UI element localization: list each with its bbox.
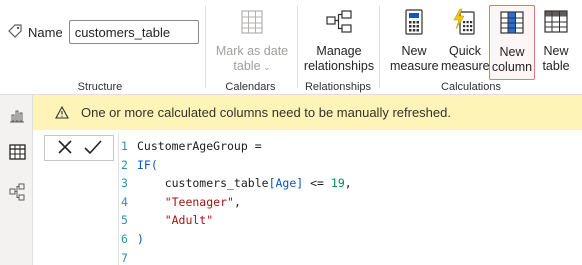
name-label: Name <box>28 24 63 40</box>
formula-line: 4 "Teenager", <box>119 192 241 212</box>
formula-actions <box>44 135 114 161</box>
formula-token: ) <box>137 232 144 246</box>
formula-line: 6) <box>119 229 144 249</box>
ribbon: Name Structure Mark as date table ⌄ Cale… <box>0 0 582 95</box>
new-table-icon <box>535 8 577 40</box>
new-column-label-1: New <box>499 45 525 59</box>
mark-as-date-label-2: table ⌄ <box>233 59 271 73</box>
data-view-button[interactable] <box>7 143 27 163</box>
formula-token: 19 <box>330 176 345 191</box>
formula-line: 2 IF( <box>119 155 158 175</box>
model-icon <box>9 183 25 204</box>
mark-as-date-label-1: Mark as date <box>215 44 289 58</box>
manage-relationships-button[interactable]: Manage relationships <box>301 8 377 74</box>
formula-token: "Adult" <box>137 213 214 228</box>
warning-icon <box>55 106 69 119</box>
calendars-group-label: Calendars <box>225 81 276 93</box>
calculator-icon <box>390 8 438 40</box>
calculations-group: New measure Quick measure New column New… <box>380 0 582 95</box>
line-number: 2 <box>121 157 128 172</box>
formula-token: "Teenager" <box>137 194 234 209</box>
structure-group-label: Structure <box>77 81 123 93</box>
line-number: 6 <box>121 232 128 246</box>
new-column-label-2: column <box>491 60 533 74</box>
warning-bar: One or more calculated columns need to b… <box>33 95 582 130</box>
view-rail <box>0 95 33 265</box>
model-view-button[interactable] <box>7 183 27 203</box>
structure-group: Name Structure <box>0 0 200 95</box>
line-number: 1 <box>121 139 128 153</box>
close-icon <box>57 139 73 158</box>
formula-token: CustomerAgeGroup = <box>137 139 262 153</box>
tag-icon <box>8 23 22 41</box>
quick-measure-button[interactable]: Quick measure <box>441 8 490 74</box>
chevron-down-icon: ⌄ <box>260 62 271 72</box>
line-number: 4 <box>121 194 128 209</box>
relationships-group-label: Relationships <box>304 81 372 93</box>
formula-line: 3 customers_table[Age] <= 19, <box>119 173 352 193</box>
new-column-button[interactable]: New column <box>489 5 535 80</box>
new-table-button[interactable]: New table <box>535 8 577 74</box>
formula-token: IF( <box>137 157 158 172</box>
formula-token: , <box>344 176 352 191</box>
calendars-group: Mark as date table ⌄ Calendars <box>206 0 295 95</box>
manage-relationships-label-1: Manage <box>316 44 362 58</box>
bar-chart-icon <box>9 107 25 126</box>
relationships-icon <box>301 8 377 40</box>
mark-as-date-table-button[interactable]: Mark as date table ⌄ <box>212 8 292 75</box>
report-view-button[interactable] <box>7 106 27 126</box>
new-table-label-2: table <box>542 59 570 73</box>
commit-formula-button[interactable] <box>83 139 102 158</box>
formula-token: [Age] <box>268 176 304 191</box>
new-table-label-1: New <box>543 44 569 58</box>
calendar-table-icon <box>212 8 292 40</box>
warning-message: One or more calculated columns need to b… <box>81 105 451 120</box>
formula-token: customers_table <box>137 176 269 191</box>
line-number: 5 <box>121 213 128 228</box>
line-number: 3 <box>121 176 128 191</box>
new-measure-label-1: New <box>401 44 427 58</box>
formula-line: 1 CustomerAgeGroup = <box>119 136 262 156</box>
checkmark-icon <box>83 139 102 158</box>
line-number: 7 <box>121 250 128 265</box>
new-measure-button[interactable]: New measure <box>390 8 439 74</box>
formula-line: 7 <box>119 248 137 265</box>
quick-measure-label-2: measure <box>441 59 490 73</box>
manage-relationships-label-2: relationships <box>303 59 375 73</box>
table-grid-icon <box>8 143 26 163</box>
quick-measure-label-1: Quick <box>449 44 481 58</box>
formula-editor[interactable]: 1 CustomerAgeGroup = 2 IF(3 customers_table… <box>118 133 582 265</box>
name-row: Name <box>8 20 199 44</box>
quick-calculator-icon <box>441 8 489 40</box>
table-name-input[interactable] <box>68 20 199 44</box>
calculations-group-label: Calculations <box>441 81 501 93</box>
new-measure-label-2: measure <box>390 59 439 73</box>
new-column-icon <box>490 9 534 41</box>
cancel-formula-button[interactable] <box>57 139 73 158</box>
relationships-group: Manage relationships Relationships <box>298 0 378 95</box>
formula-line: 5 "Adult" <box>119 210 213 230</box>
formula-token: <= <box>303 176 331 191</box>
formula-token: , <box>233 194 241 209</box>
